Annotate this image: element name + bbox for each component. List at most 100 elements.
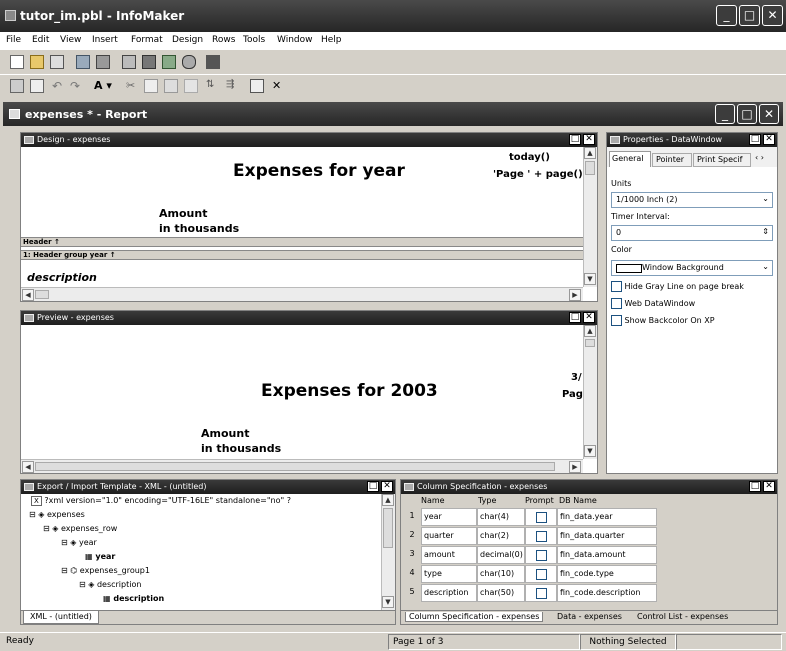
check-web-datawindow[interactable]: Web DataWindow — [611, 298, 695, 309]
hscroll-thumb[interactable] — [35, 462, 555, 471]
preview-close-icon[interactable]: ✕ — [583, 312, 595, 323]
prompt-checkbox-icon[interactable] — [536, 512, 547, 523]
design-maximize-icon[interactable]: □ — [569, 134, 581, 145]
design-today[interactable]: today() — [509, 152, 550, 163]
cell-type[interactable]: char(2) — [477, 527, 525, 545]
menu-insert[interactable]: Insert — [92, 35, 118, 45]
tree-node[interactable]: ▦ year — [85, 552, 115, 561]
scroll-up-icon[interactable]: ▲ — [584, 325, 596, 337]
scroll-right-icon[interactable]: ▶ — [569, 461, 581, 473]
query-icon[interactable] — [96, 55, 110, 69]
font-icon[interactable]: A ▾ — [94, 79, 112, 92]
cell-dbname[interactable]: fin_data.year — [557, 508, 657, 526]
design-description[interactable]: description — [27, 271, 97, 284]
save-icon[interactable] — [10, 79, 24, 93]
preview-canvas[interactable]: Expenses for 2003 3/ Pag Amount in thous… — [21, 325, 583, 459]
cell-type[interactable]: decimal(0) — [477, 546, 525, 564]
scroll-thumb[interactable] — [585, 161, 595, 175]
tree-node[interactable]: X ?xml version="1.0" encoding="UTF-16LE"… — [31, 496, 291, 506]
tree-node[interactable]: ⊟ ◈ year — [61, 538, 97, 547]
column-spec-close-icon[interactable]: ✕ — [763, 481, 775, 492]
form-icon[interactable] — [122, 55, 136, 69]
design-close-icon[interactable]: ✕ — [583, 134, 595, 145]
menu-tools[interactable]: Tools — [243, 35, 265, 45]
tab-scroll-icon[interactable]: ‹ › — [755, 153, 764, 162]
new-icon[interactable] — [10, 55, 24, 69]
menu-rows[interactable]: Rows — [212, 35, 235, 45]
cell-prompt[interactable] — [525, 565, 557, 583]
preview-maximize-icon[interactable]: □ — [569, 312, 581, 323]
cell-dbname[interactable]: fin_code.description — [557, 584, 657, 602]
prompt-checkbox-icon[interactable] — [536, 588, 547, 599]
preview-hscroll[interactable]: ◀ ▶ — [21, 459, 583, 473]
tab-print-spec[interactable]: Print Specif — [693, 153, 751, 167]
scroll-thumb[interactable] — [383, 508, 393, 548]
xml-tree[interactable]: X ?xml version="1.0" encoding="UTF-16LE"… — [21, 494, 381, 612]
cell-prompt[interactable] — [525, 584, 557, 602]
band-group[interactable]: 1: Header group year ↑ — [21, 250, 583, 260]
properties-maximize-icon[interactable]: □ — [749, 134, 761, 145]
copy-icon[interactable] — [144, 79, 158, 93]
scroll-right-icon[interactable]: ▶ — [569, 289, 581, 301]
database-icon[interactable] — [182, 55, 196, 69]
cell-dbname[interactable]: fin_data.amount — [557, 546, 657, 564]
design-hscroll[interactable]: ◀ ▶ — [21, 287, 583, 301]
design-page-expr[interactable]: 'Page ' + page() — [493, 169, 583, 180]
hscroll-thumb[interactable] — [35, 290, 49, 299]
menu-help[interactable]: Help — [321, 35, 342, 45]
scroll-up-icon[interactable]: ▲ — [382, 494, 394, 506]
check-show-backcolor[interactable]: Show Backcolor On XP — [611, 315, 715, 326]
cell-type[interactable]: char(10) — [477, 565, 525, 583]
pipeline-icon[interactable] — [162, 55, 176, 69]
menu-view[interactable]: View — [60, 35, 81, 45]
tab-order-icon[interactable]: ⇶ — [226, 79, 234, 90]
menu-edit[interactable]: Edit — [32, 35, 49, 45]
properties-icon[interactable] — [250, 79, 264, 93]
scroll-left-icon[interactable]: ◀ — [22, 289, 34, 301]
print-icon[interactable] — [30, 79, 44, 93]
maximize-icon[interactable]: □ — [739, 5, 760, 26]
export-vscroll[interactable]: ▲ ▼ — [381, 494, 395, 610]
library-icon[interactable] — [76, 55, 90, 69]
cell-name[interactable]: description — [421, 584, 477, 602]
cell-prompt[interactable] — [525, 546, 557, 564]
close-icon[interactable]: ✕ — [762, 5, 783, 26]
preview-vscroll[interactable]: ▲ ▼ — [583, 325, 597, 459]
tab-general[interactable]: General — [609, 151, 651, 167]
clear-icon[interactable] — [184, 79, 198, 93]
tree-node[interactable]: ⊟ ◈ description — [79, 580, 141, 589]
checkbox-icon[interactable] — [611, 298, 622, 309]
design-vscroll[interactable]: ▲ ▼ — [583, 147, 597, 287]
menu-format[interactable]: Format — [131, 35, 163, 45]
report-maximize-icon[interactable]: □ — [737, 104, 757, 124]
design-amount-label[interactable]: Amount — [159, 207, 207, 220]
tab-control-list[interactable]: Control List - expenses — [637, 612, 728, 621]
cell-name[interactable]: quarter — [421, 527, 477, 545]
cut-icon[interactable]: ✂ — [126, 79, 135, 92]
report-minimize-icon[interactable]: _ — [715, 104, 735, 124]
tab-data[interactable]: Data - expenses — [557, 612, 622, 621]
paste-icon[interactable] — [164, 79, 178, 93]
timer-input[interactable]: 0 ⇕ — [611, 225, 773, 241]
tree-node[interactable]: ▦ description — [103, 594, 164, 603]
close-painter-icon[interactable]: ✕ — [272, 79, 281, 92]
report-icon[interactable] — [142, 55, 156, 69]
menu-file[interactable]: File — [6, 35, 21, 45]
export-maximize-icon[interactable]: □ — [367, 481, 379, 492]
cell-type[interactable]: char(50) — [477, 584, 525, 602]
cell-type[interactable]: char(4) — [477, 508, 525, 526]
scroll-down-icon[interactable]: ▼ — [584, 445, 596, 457]
checkbox-icon[interactable] — [611, 315, 622, 326]
cell-name[interactable]: amount — [421, 546, 477, 564]
menu-window[interactable]: Window — [277, 35, 313, 45]
cell-prompt[interactable] — [525, 527, 557, 545]
check-hide-gray-line[interactable]: Hide Gray Line on page break — [611, 281, 744, 292]
design-amount-label2[interactable]: in thousands — [159, 222, 239, 235]
inherit-icon[interactable] — [50, 55, 64, 69]
tree-node[interactable]: ⊟ ◈ expenses_row — [43, 524, 117, 533]
design-heading[interactable]: Expenses for year — [233, 161, 405, 181]
export-close-icon[interactable]: ✕ — [381, 481, 393, 492]
cell-name[interactable]: type — [421, 565, 477, 583]
sort-icon[interactable]: ⇅ — [206, 79, 214, 90]
scroll-left-icon[interactable]: ◀ — [22, 461, 34, 473]
